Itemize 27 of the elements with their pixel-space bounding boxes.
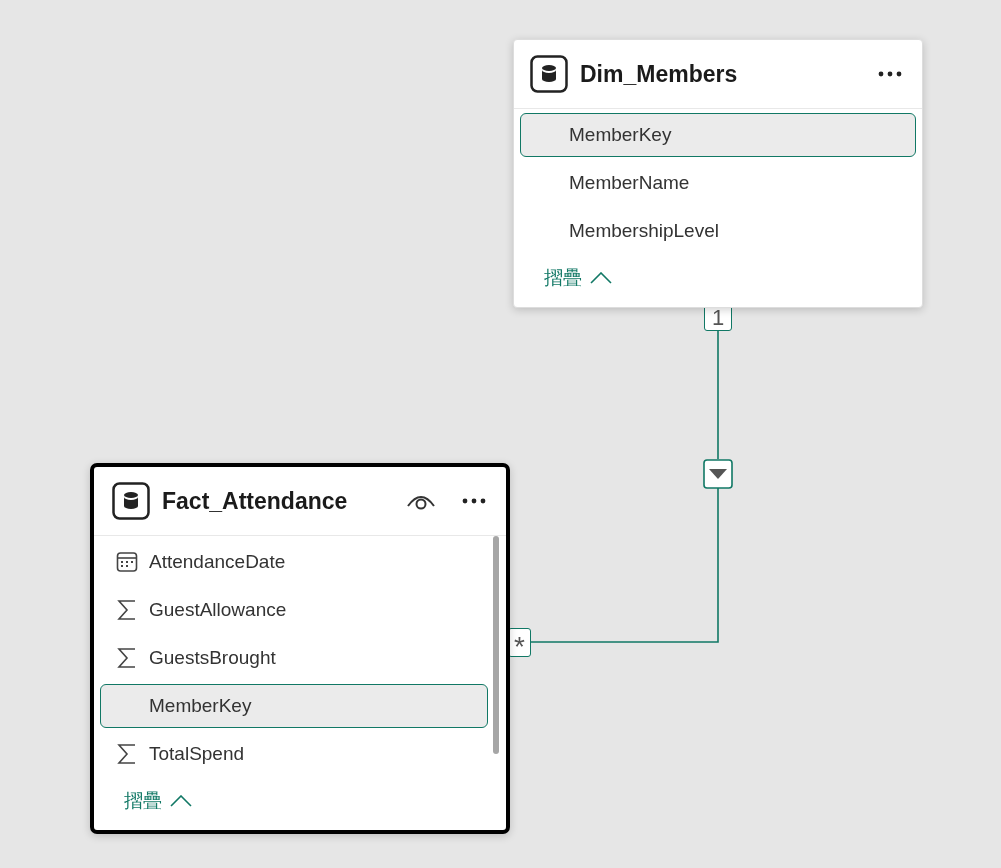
table-card[interactable]: Dim_Members MemberKey MemberName MembershipLevel 摺疊	[513, 39, 923, 308]
sigma-icon	[117, 599, 137, 621]
column-row[interactable]: MemberKey	[100, 684, 488, 728]
database-icon	[530, 55, 568, 93]
column-row[interactable]: MembershipLevel	[520, 209, 916, 253]
calendar-icon	[116, 551, 138, 573]
collapse-link[interactable]: 摺疊	[100, 782, 216, 822]
sigma-icon	[117, 743, 137, 765]
column-row[interactable]: GuestsBrought	[100, 636, 488, 680]
column-row[interactable]: MemberName	[520, 161, 916, 205]
filter-direction-icon[interactable]	[703, 459, 733, 489]
cardinality-label: *	[508, 628, 531, 657]
table-title: Fact_Attendance	[162, 487, 348, 515]
chevron-up-icon	[170, 795, 192, 807]
column-row[interactable]: AttendanceDate	[100, 540, 488, 584]
column-row[interactable]: TotalSpend	[100, 732, 488, 776]
scrollbar-thumb[interactable]	[493, 536, 499, 754]
column-row[interactable]: MemberKey	[520, 113, 916, 157]
sigma-icon	[117, 647, 137, 669]
table-title: Dim_Members	[580, 60, 738, 88]
chevron-up-icon	[590, 272, 612, 284]
collapse-link[interactable]: 摺疊	[520, 259, 636, 299]
column-row[interactable]: GuestAllowance	[100, 588, 488, 632]
more-options-icon[interactable]	[462, 498, 486, 504]
table-card[interactable]: Fact_Attendance AttendanceDate GuestAllowance GuestsBrought MemberKey TotalSpend 摺疊	[90, 463, 510, 834]
more-options-icon[interactable]	[878, 71, 902, 77]
database-icon	[112, 482, 150, 520]
